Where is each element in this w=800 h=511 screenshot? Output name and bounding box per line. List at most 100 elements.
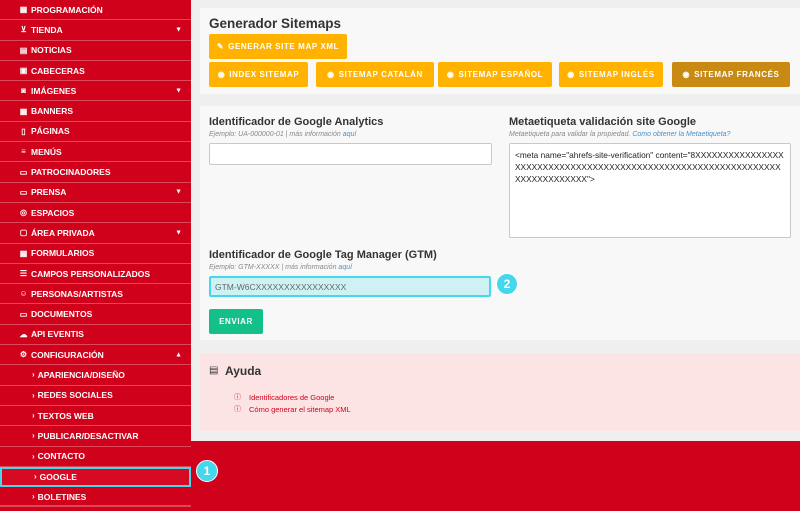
help-link-google-ids[interactable]: ⓘ Identificadores de Google	[234, 392, 334, 402]
step-marker-2: 2	[496, 273, 518, 295]
caret-down-icon: ▼	[175, 87, 182, 95]
sitemap-button-3[interactable]: ◉ SITEMAP ESPAÑOL	[438, 62, 552, 87]
sidebar-subitem-google[interactable]: › GOOGLE	[0, 466, 191, 488]
sidebar-subitem-contacto[interactable]: › CONTACTO	[0, 447, 191, 467]
sidebar-item-users[interactable]: ☺ PERSONAS/ARTISTAS	[0, 284, 191, 305]
sidebar-item-label: ÁREA PRIVADA	[31, 227, 95, 238]
sidebar-submenu-configuracion: › APARIENCIA/DISEÑO › REDES SOCIALES › TEXTOS…	[0, 365, 191, 508]
sitemap-button-label: SITEMAP INGLÉS	[578, 70, 655, 79]
sidebar-item-newspaper[interactable]: ▤ NOTICIAS	[0, 41, 191, 61]
sidebar-item-money[interactable]: ▭ PATROCINADORES	[0, 162, 191, 183]
book-icon: ▤	[209, 365, 219, 376]
meta-label: Metaetiqueta validación site Google	[509, 116, 697, 128]
sidebar-item-label: PATROCINADORES	[31, 167, 111, 178]
sitemap-generator-title: Generador Sitemaps	[209, 16, 342, 31]
caret-down-icon: ▼	[175, 26, 182, 34]
sidebar-subitem-publicar-desactivar[interactable]: › PUBLICAR/DESACTIVAR	[0, 426, 191, 447]
sidebar-subitem-apariencia-dise-o[interactable]: › APARIENCIA/DISEÑO	[0, 365, 191, 386]
folder-icon: ▭	[19, 187, 28, 197]
ga-hint: Ejemplo: UA-000000-01 | más información …	[209, 131, 356, 138]
sidebar-item-page[interactable]: ▯ PÁGINAS	[0, 122, 191, 143]
chevron-right-icon: ›	[32, 370, 35, 380]
send-button[interactable]: ENVIAR	[209, 309, 263, 334]
meta-tag-textarea[interactable]: <meta name="ahrefs-site-verification" co…	[509, 143, 791, 238]
caret-down-icon: ▼	[175, 229, 182, 237]
sidebar-subitem-label: APARIENCIA/DISEÑO	[37, 369, 125, 380]
sidebar-subitem-label: REDES SOCIALES	[37, 390, 113, 401]
sidebar-item-list[interactable]: ☰ CAMPOS PERSONALIZADOS	[0, 264, 191, 285]
meta-hint-link[interactable]: Como obtener la Metaetiqueta?	[632, 131, 730, 138]
sidebar-item-label: PÁGINAS	[31, 126, 70, 137]
sidebar-subitem-label: CONTACTO	[37, 451, 86, 462]
help-title: Ayuda	[225, 364, 262, 378]
gtm-input[interactable]: GTM-W6CXXXXXXXXXXXXXXXX	[209, 276, 491, 297]
sidebar-item-label: CONFIGURACIÓN	[31, 349, 104, 360]
sidebar-subitem-textos-web[interactable]: › TEXTOS WEB	[0, 406, 191, 427]
sidebar-item-camera[interactable]: ◙ IMÁGENES ▼	[0, 81, 191, 102]
sidebar: ▦ PROGRAMACIÓN ⊻ TIENDA ▼ ▤ NOTICIAS ▣ CABECERAS…	[0, 0, 191, 511]
chevron-right-icon: ›	[32, 431, 35, 441]
sidebar-item-label: PERSONAS/ARTISTAS	[31, 288, 123, 299]
sidebar-item-lock[interactable]: ▢ ÁREA PRIVADA ▼	[0, 223, 191, 244]
help-panel: ▤ Ayuda ⓘ Identificadores de Google ⓘ Có…	[200, 353, 800, 431]
gtm-hint: Ejemplo: GTM-XXXXX | más información aqu…	[209, 264, 352, 271]
ga-input[interactable]	[209, 143, 492, 165]
meta-hint: Metaetiqueta para validar la propiedad. …	[509, 131, 730, 138]
sidebar-item-folder[interactable]: ▭ PRENSA ▼	[0, 183, 191, 203]
lock-icon: ▢	[19, 228, 28, 238]
sidebar-item-grid[interactable]: ▦ BANNERS	[0, 101, 191, 122]
caret-down-icon: ▼	[175, 188, 182, 196]
gtm-label: Identificador de Google Tag Manager (GTM…	[209, 249, 437, 261]
grid-icon: ▦	[19, 106, 28, 116]
sidebar-divider	[0, 505, 191, 511]
eye-icon: ◉	[682, 70, 691, 79]
gear-icon: ⚙	[19, 350, 28, 360]
sidebar-item-label: API EVENTIS	[31, 329, 84, 340]
sidebar-item-label: MENÚS	[31, 146, 62, 157]
sitemap-button-2[interactable]: ◉ SITEMAP CATALÁN	[316, 62, 434, 87]
help-link-label: Cómo generar el sitemap XML	[249, 404, 351, 414]
sidebar-item-cloud[interactable]: ☁ API EVENTIS	[0, 325, 191, 346]
chevron-right-icon: ›	[34, 472, 37, 482]
sidebar-item-label: BANNERS	[31, 106, 74, 117]
sidebar-item-image[interactable]: ▣ CABECERAS	[0, 61, 191, 82]
sidebar-item-cart[interactable]: ⊻ TIENDA ▼	[0, 20, 191, 41]
sitemap-button-4[interactable]: ◉ SITEMAP INGLÉS	[559, 62, 663, 87]
sitemap-button-label: SITEMAP CATALÁN	[338, 70, 423, 79]
sidebar-subitem-label: BOLETINES	[37, 491, 87, 502]
sidebar-item-form[interactable]: ▦ FORMULARIOS	[0, 244, 191, 264]
gtm-hint-link[interactable]: aquí	[338, 264, 352, 271]
sidebar-item-label: FORMULARIOS	[31, 248, 95, 259]
sidebar-menu: ▦ PROGRAMACIÓN ⊻ TIENDA ▼ ▤ NOTICIAS ▣ CABECERAS…	[0, 0, 191, 366]
edit-icon: ✎	[216, 42, 225, 51]
cart-icon: ⊻	[20, 25, 27, 35]
sidebar-item-document-folder[interactable]: ▭ DOCUMENTOS	[0, 304, 191, 325]
ga-hint-link[interactable]: aquí	[343, 131, 357, 138]
generate-sitemap-label: GENERAR SITE MAP XML	[228, 42, 340, 51]
eye-icon: ◉	[327, 70, 335, 79]
sidebar-item-label: IMÁGENES	[31, 85, 77, 96]
main-content: Generador Sitemaps ✎ GENERAR SITE MAP XM…	[191, 0, 800, 441]
sitemap-button-5[interactable]: ◉ SITEMAP FRANCÉS	[672, 62, 790, 87]
form-icon: ▦	[19, 248, 28, 258]
sidebar-item-gear[interactable]: ⚙ CONFIGURACIÓN ▲	[0, 345, 191, 366]
sitemap-button-label: SITEMAP ESPAÑOL	[458, 70, 544, 79]
table-icon: ▦	[19, 5, 28, 15]
sidebar-item-table[interactable]: ▦ PROGRAMACIÓN	[0, 0, 191, 21]
sidebar-item-label: CABECERAS	[31, 65, 85, 76]
help-link-sitemap-xml[interactable]: ⓘ Cómo generar el sitemap XML	[234, 404, 351, 414]
eye-icon: ◉	[446, 70, 455, 79]
google-config-panel: Identificador de Google Analytics Ejempl…	[200, 106, 800, 340]
meta-hint-text: Metaetiqueta para validar la propiedad.	[509, 131, 633, 138]
cloud-icon: ☁	[19, 329, 28, 339]
generate-sitemap-button[interactable]: ✎ GENERAR SITE MAP XML	[209, 34, 347, 59]
question-icon: ⓘ	[234, 406, 241, 413]
question-icon: ⓘ	[234, 394, 241, 401]
camera-icon: ◙	[21, 86, 26, 96]
sidebar-subitem-redes-sociales[interactable]: › REDES SOCIALES	[0, 386, 191, 406]
sidebar-item-location-pin[interactable]: ◎ ESPACIOS	[0, 203, 191, 224]
sidebar-item-label: NOTICIAS	[31, 45, 72, 56]
ga-label: Identificador de Google Analytics	[209, 116, 384, 128]
sidebar-item-menu[interactable]: ≡ MENÚS	[0, 142, 191, 163]
sitemap-button-1[interactable]: ◉ INDEX SITEMAP	[209, 62, 308, 87]
